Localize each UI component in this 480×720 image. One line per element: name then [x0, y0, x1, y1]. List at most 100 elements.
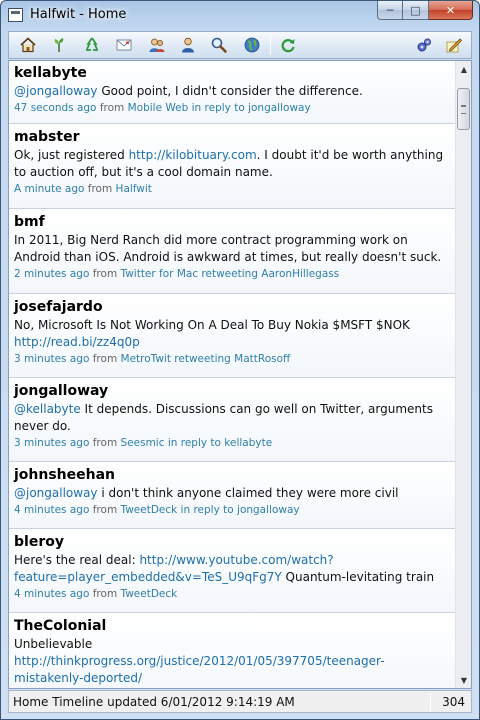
refresh-button[interactable] [278, 36, 298, 54]
tweet-client[interactable]: TweetDeck in reply to jongalloway [121, 504, 300, 516]
tweet-item[interactable]: mabster Ok, just registered http://kilobi… [9, 125, 455, 209]
retweets-icon [86, 37, 98, 51]
tweet-link[interactable]: http://read.bi/zz4q0p [14, 335, 140, 349]
tweet-username[interactable]: TheColonial [14, 614, 450, 636]
tweet-client[interactable]: Mobile Web in reply to jongalloway [128, 102, 311, 114]
tweet-timestamp[interactable]: 3 minutes ago [14, 353, 89, 365]
tweet-text: @jongalloway Good point, I didn't consid… [14, 83, 450, 100]
tweet-from-label: from [92, 268, 118, 280]
tweet-text: @jongalloway i don't think anyone claime… [14, 485, 450, 502]
mentions-button[interactable] [49, 36, 69, 54]
tweet-timestamp[interactable]: 3 minutes ago [14, 437, 89, 449]
tweet-timestamp[interactable]: 4 minutes ago [14, 588, 89, 600]
scroll-up-arrow[interactable]: ▲ [456, 61, 471, 77]
user-icon [182, 37, 194, 53]
tweet-meta: 4 minutes ago from TweetDeck [14, 586, 450, 603]
tweet-text-segment: Quantum-levitating train [281, 570, 435, 584]
tweet-meta: 3 minutes ago from MetroTwit retweeting … [14, 351, 450, 368]
tweet-text: Ok, just registered http://kilobituary.c… [14, 147, 450, 181]
tweet-text-segment: Good point, I didn't consider the differ… [97, 84, 363, 98]
tweet-timestamp[interactable]: A minute ago [14, 183, 84, 195]
compose-icon [446, 38, 463, 53]
public-timeline-button[interactable] [242, 36, 262, 54]
tweet-username[interactable]: jongalloway [14, 379, 450, 401]
timeline-panel: kellabyte @jongalloway Good point, I didn… [8, 60, 472, 689]
settings-button[interactable] [414, 36, 434, 54]
tweet-timestamp[interactable]: 47 seconds ago [14, 102, 96, 114]
tweet-text: Unbelievable http://thinkprogress.org/ju… [14, 636, 450, 687]
scroll-thumb[interactable] [457, 88, 470, 130]
refresh-icon [281, 39, 295, 53]
tweet-text: Here's the real deal: http://www.youtube… [14, 552, 450, 586]
tweet-username[interactable]: bleroy [14, 530, 450, 552]
tweet-text: No, Microsoft Is Not Working On A Deal T… [14, 317, 450, 351]
tweet-text-segment: Ok, just registered [14, 148, 129, 162]
tweet-timestamp[interactable]: 4 minutes ago [14, 504, 89, 516]
tweet-client[interactable]: Seesmic in reply to kellabyte [121, 437, 273, 449]
tweet-text-segment: No, Microsoft Is Not Working On A Deal T… [14, 318, 410, 332]
caption-buttons: ─ □ ✕ [377, 1, 473, 21]
globe-icon [244, 37, 260, 53]
tweet-link[interactable]: @jongalloway [14, 84, 98, 98]
compose-button[interactable] [444, 36, 464, 54]
app-window: Halfwit - Home ─ □ ✕ kellabyte @jongallo… [0, 0, 480, 720]
tweet-link[interactable]: @kellabyte [14, 402, 81, 416]
character-count: 304 [442, 695, 465, 709]
tweet-meta: 4 minutes ago [14, 687, 450, 688]
tweet-timestamp[interactable]: 2 minutes ago [14, 268, 89, 280]
app-icon[interactable] [8, 8, 23, 22]
settings-icon [417, 38, 431, 52]
tweet-item[interactable]: bmf In 2011, Big Nerd Ranch did more cont… [9, 210, 455, 294]
tweet-username[interactable]: bmf [14, 210, 450, 232]
tweet-item[interactable]: josefajardo No, Microsoft Is Not Working … [9, 295, 455, 378]
scroll-down-arrow[interactable]: ▼ [456, 672, 471, 688]
home-button[interactable] [18, 36, 38, 54]
toolbar [8, 31, 472, 59]
tweet-text: In 2011, Big Nerd Ranch did more contrac… [14, 232, 450, 266]
tweet-username[interactable]: mabster [14, 125, 450, 147]
window-title: Halfwit - Home [30, 7, 127, 22]
tweet-username[interactable]: johnsheehan [14, 463, 450, 485]
tweet-username[interactable]: josefajardo [14, 295, 450, 317]
tweet-text-segment: Here's the real deal: [14, 553, 140, 567]
search-icon [211, 37, 227, 53]
tweet-text-segment: i don't think anyone claimed they were m… [97, 486, 399, 500]
vertical-scrollbar[interactable]: ▲ ▼ [455, 61, 471, 688]
tweet-meta: 47 seconds ago from Mobile Web in reply … [14, 100, 450, 117]
tweet-text-segment: In 2011, Big Nerd Ranch did more contrac… [14, 233, 442, 264]
profile-button[interactable] [178, 36, 198, 54]
tweet-link[interactable]: http://kilobituary.com [129, 148, 257, 162]
tweet-client[interactable]: TweetDeck [121, 588, 178, 600]
tweet-from-label: from [99, 102, 125, 114]
tweet-meta: 2 minutes ago from Twitter for Mac retwe… [14, 266, 450, 283]
tweet-from-label: from [87, 183, 113, 195]
status-bar: Home Timeline updated 6/01/2012 9:14:19 … [8, 690, 472, 713]
tweet-client[interactable]: Twitter for Mac retweeting AaronHillegas… [121, 268, 340, 280]
tweet-meta: A minute ago from Halfwit [14, 181, 450, 198]
status-text: Home Timeline updated 6/01/2012 9:14:19 … [13, 695, 295, 709]
retweets-button[interactable] [82, 36, 102, 54]
messages-icon [116, 39, 132, 51]
tweet-item[interactable]: kellabyte @jongalloway Good point, I didn… [9, 61, 455, 124]
tweet-client[interactable]: Halfwit [116, 183, 152, 195]
tweet-username[interactable]: kellabyte [14, 61, 450, 83]
tweet-item[interactable]: bleroy Here's the real deal: http://www.y… [9, 530, 455, 613]
friends-button[interactable] [147, 36, 167, 54]
tweet-item[interactable]: jongalloway @kellabyte It depends. Discus… [9, 379, 455, 462]
search-button[interactable] [209, 36, 229, 54]
tweet-client[interactable]: MetroTwit retweeting MattRosoff [121, 353, 291, 365]
status-separator [430, 693, 431, 711]
tweet-item[interactable]: johnsheehan @jongalloway i don't think an… [9, 463, 455, 529]
tweet-link[interactable]: @jongalloway [14, 486, 98, 500]
minimize-button[interactable]: ─ [377, 1, 403, 20]
tweet-list: kellabyte @jongalloway Good point, I didn… [9, 61, 455, 688]
tweet-text: @kellabyte It depends. Discussions can g… [14, 401, 450, 435]
messages-button[interactable] [114, 36, 134, 54]
tweet-meta: 4 minutes ago from TweetDeck in reply to… [14, 502, 450, 519]
tweet-item[interactable]: TheColonial Unbelievable http://thinkprog… [9, 614, 455, 688]
title-bar[interactable]: Halfwit - Home ─ □ ✕ [1, 1, 479, 31]
tweet-link[interactable]: http://thinkprogress.org/justice/2012/01… [14, 654, 385, 685]
tweet-meta: 3 minutes ago from Seesmic in reply to k… [14, 435, 450, 452]
maximize-button[interactable]: □ [403, 1, 429, 20]
close-button[interactable]: ✕ [429, 1, 473, 20]
